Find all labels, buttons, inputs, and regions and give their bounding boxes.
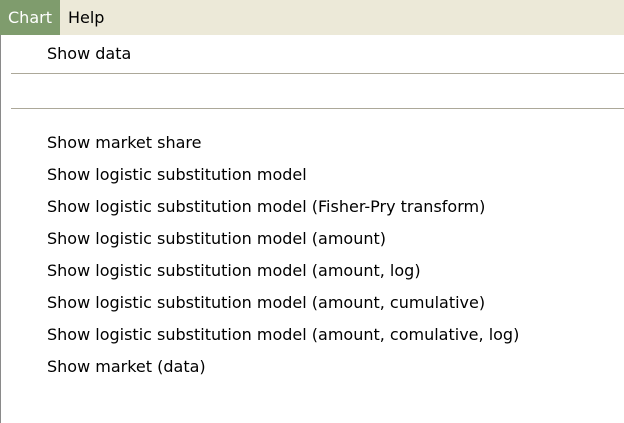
menu-chart[interactable]: Chart [0, 0, 60, 35]
menu-item-logistic-amount[interactable]: Show logistic substitution model (amount… [47, 222, 386, 254]
menu-item-label: Show market share [47, 132, 202, 152]
menu-item-logistic-model[interactable]: Show logistic substitution model [47, 158, 307, 190]
menu-help-label: Help [67, 8, 105, 27]
menu-chart-label: Chart [8, 8, 52, 27]
menu-item-show-data[interactable]: Show data [47, 37, 131, 69]
menu-item-logistic-fisher-pry[interactable]: Show logistic substitution model (Fisher… [47, 190, 485, 222]
menu-item-label: Show logistic substitution model (amount… [47, 228, 386, 248]
menu-help[interactable]: Help [60, 0, 112, 35]
menu-item-logistic-amount-cumulative[interactable]: Show logistic substitution model (amount… [47, 286, 485, 318]
menu-item-label: Show logistic substitution model (amount… [47, 292, 486, 312]
menu-separator [11, 108, 624, 110]
chart-dropdown-menu: Show data Show market share Show logisti… [0, 35, 624, 423]
menu-item-label: Show logistic substitution model (amount… [47, 324, 520, 344]
menu-item-label: Show market (data) [47, 356, 206, 376]
menu-item-show-market-data[interactable]: Show market (data) [47, 350, 206, 382]
menu-item-label: Show logistic substitution model [47, 164, 307, 184]
menu-separator [11, 73, 624, 75]
menu-item-label: Show data [47, 43, 132, 63]
menu-bar: Chart Help [0, 0, 624, 35]
menu-item-label: Show logistic substitution model (amount… [47, 260, 421, 280]
menu-item-label: Show logistic substitution model (Fisher… [47, 196, 486, 216]
menu-item-show-market-share[interactable]: Show market share [47, 126, 201, 158]
menu-item-logistic-amount-cumulative-log[interactable]: Show logistic substitution model (amount… [47, 318, 519, 350]
menu-item-logistic-amount-log[interactable]: Show logistic substitution model (amount… [47, 254, 421, 286]
